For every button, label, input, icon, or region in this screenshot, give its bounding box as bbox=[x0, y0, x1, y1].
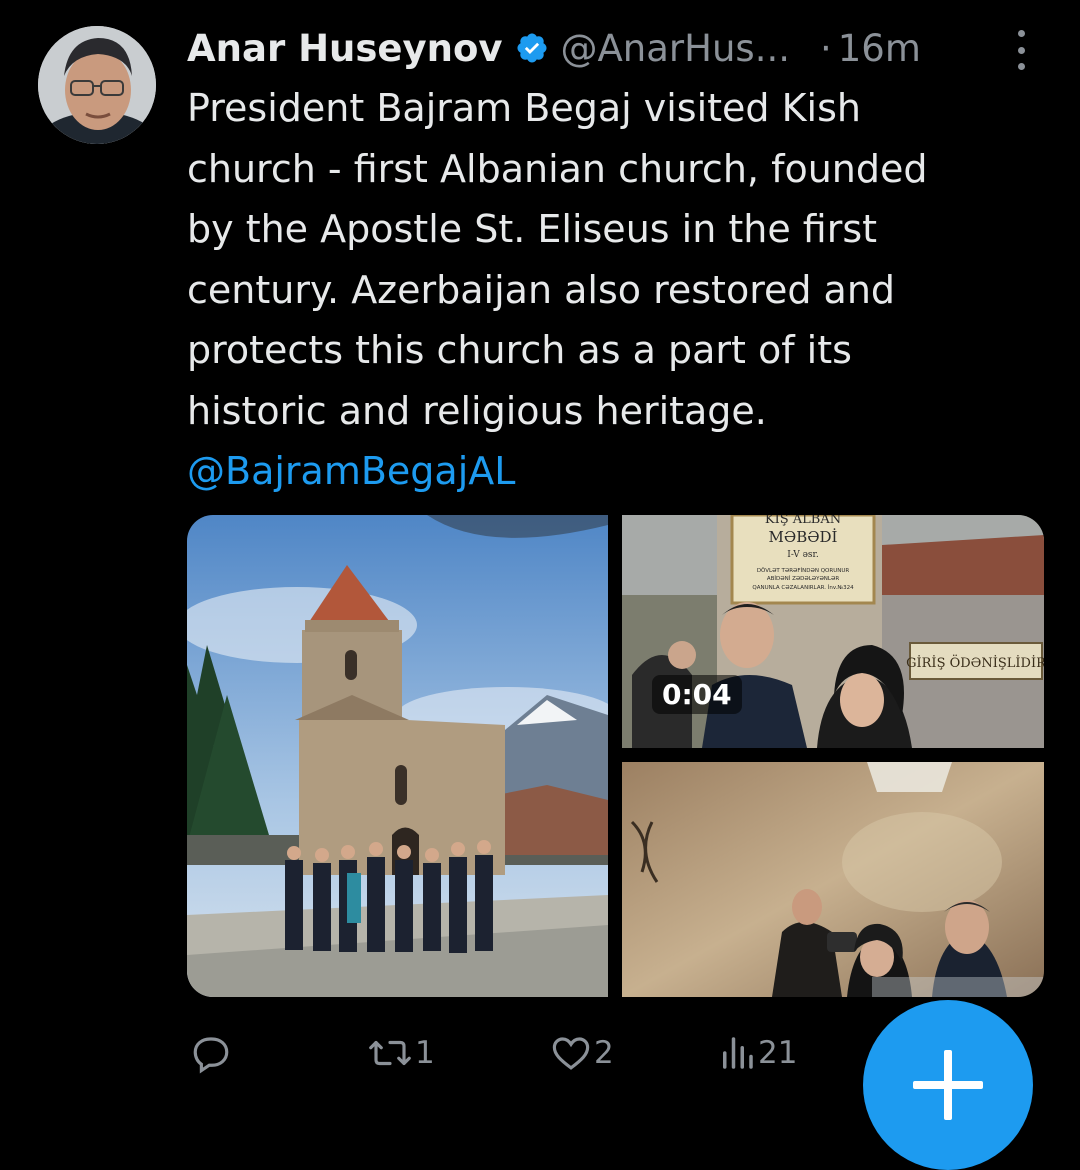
video-duration: 0:04 bbox=[652, 675, 742, 714]
tweet-text-line: historic and religious heritage. bbox=[187, 388, 767, 433]
like-count: 2 bbox=[594, 1035, 614, 1071]
more-icon[interactable] bbox=[1010, 30, 1032, 70]
entrance-sign-text: GİRİŞ ÖDƏNİŞLİDİR bbox=[906, 654, 1044, 671]
time-separator: · bbox=[819, 26, 832, 70]
author-name[interactable]: Anar Huseynov bbox=[187, 27, 503, 70]
avatar-image bbox=[38, 26, 156, 144]
retweet-count: 1 bbox=[415, 1035, 435, 1071]
reply-icon bbox=[190, 1032, 232, 1074]
media-photo-interior[interactable] bbox=[622, 762, 1044, 997]
sign-text: DÖVLƏT TƏRƏFİNDƏN QORUNUR bbox=[757, 567, 850, 574]
views-count: 21 bbox=[758, 1035, 798, 1071]
views-icon bbox=[718, 1032, 756, 1074]
tweet-text: President Bajram Begaj visited Kish chur… bbox=[187, 78, 1047, 502]
sign-text: ABİDƏNİ ZƏDƏLƏYƏNLƏR bbox=[767, 575, 839, 582]
tweet-text-line: by the Apostle St. Eliseus in the first bbox=[187, 207, 878, 251]
retweet-icon bbox=[367, 1032, 413, 1074]
tweet-text-line: President Bajram Begaj visited Kish bbox=[187, 86, 861, 130]
like-icon bbox=[550, 1032, 592, 1074]
avatar[interactable] bbox=[38, 26, 156, 144]
tweet[interactable]: Anar Huseynov @AnarHus... · 16m Presiden… bbox=[0, 0, 1080, 1170]
sign-text: I-V əsr. bbox=[787, 550, 819, 560]
media-video[interactable]: KIŞ ALBAN MƏBƏDİ I-V əsr. DÖVLƏT TƏRƏFİN… bbox=[622, 515, 1044, 748]
timestamp[interactable]: 16m bbox=[838, 27, 921, 70]
mention-link[interactable]: @BajramBegajAL bbox=[187, 441, 1047, 502]
sign-text: QANUNLA CƏZALANIRLAR. İnv.№324 bbox=[752, 584, 854, 591]
author-handle[interactable]: @AnarHus... bbox=[561, 27, 790, 70]
compose-button[interactable] bbox=[863, 1000, 1033, 1170]
tweet-text-line: protects this church as a part of its bbox=[187, 328, 852, 372]
sign-text: KIŞ ALBAN bbox=[765, 515, 841, 527]
like-button[interactable]: 2 bbox=[550, 1030, 614, 1076]
media-grid: KIŞ ALBAN MƏBƏDİ I-V əsr. DÖVLƏT TƏRƏFİN… bbox=[187, 515, 1044, 997]
tweet-header: Anar Huseynov @AnarHus... · 16m bbox=[187, 22, 1067, 74]
verified-badge-icon bbox=[515, 31, 549, 65]
sign-text: MƏBƏDİ bbox=[769, 528, 838, 546]
media-photo-church[interactable] bbox=[187, 515, 608, 997]
retweet-button[interactable]: 1 bbox=[367, 1030, 435, 1076]
tweet-text-line: century. Azerbaijan also restored and bbox=[187, 267, 896, 312]
reply-button[interactable] bbox=[190, 1030, 234, 1076]
views-button[interactable]: 21 bbox=[718, 1030, 797, 1076]
tweet-text-line: church - first Albanian church, founded bbox=[187, 146, 928, 191]
